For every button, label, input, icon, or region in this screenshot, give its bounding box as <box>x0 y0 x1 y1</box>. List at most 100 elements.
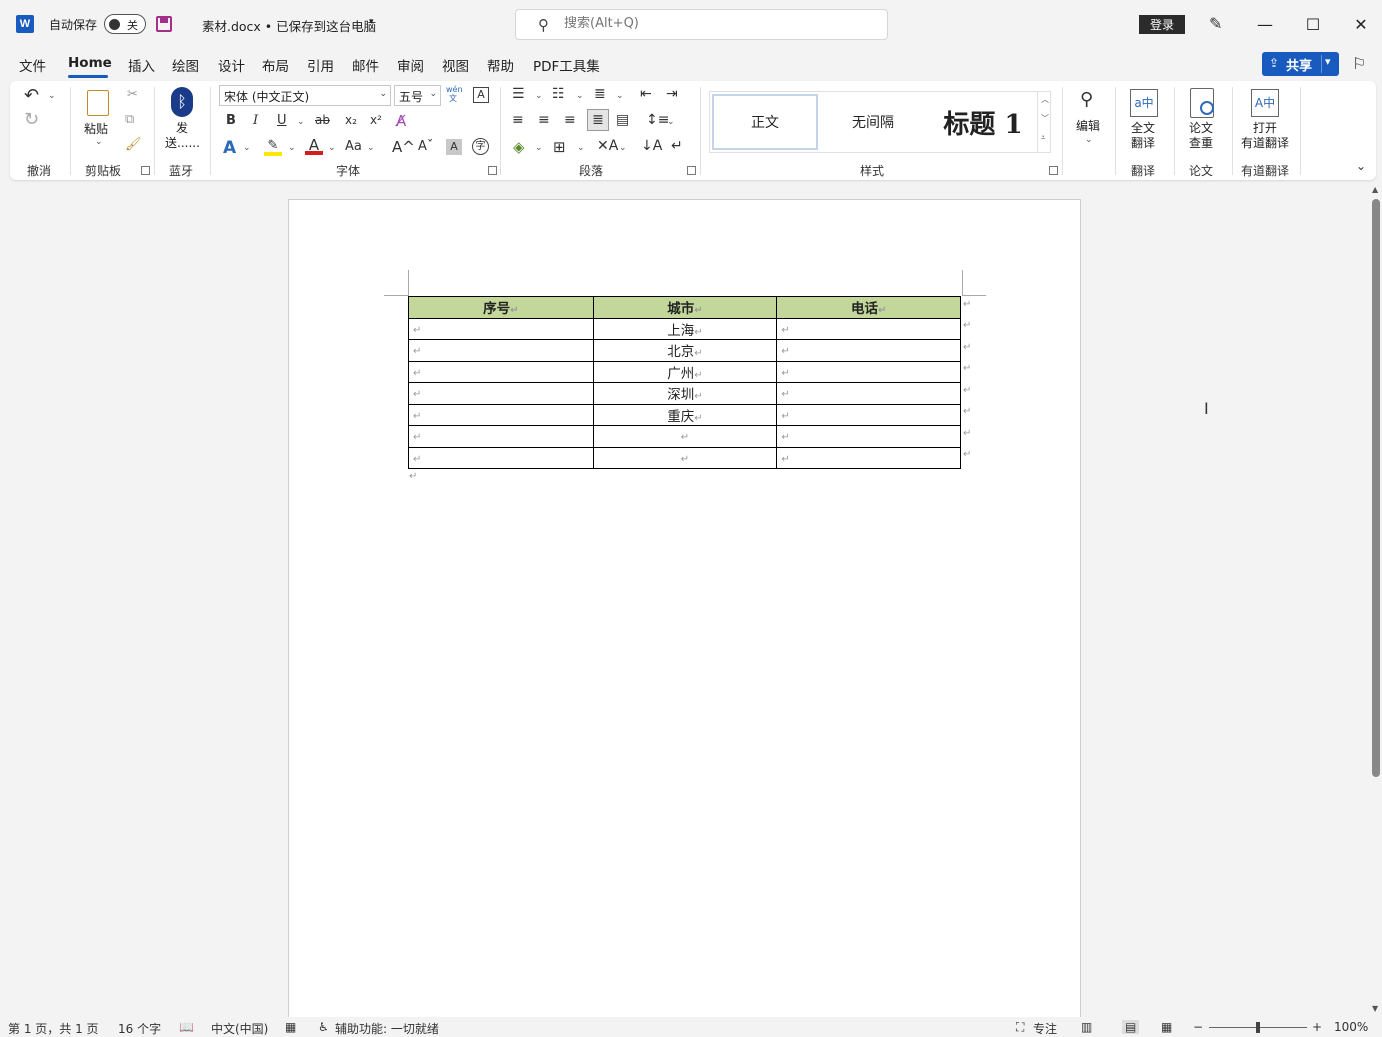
table-cell[interactable]: ↵ <box>776 360 961 383</box>
clipboard-launcher-icon[interactable] <box>141 166 150 175</box>
decrease-indent-icon[interactable]: ⇤ <box>640 86 652 102</box>
italic-button[interactable]: I <box>253 113 258 128</box>
data-table[interactable]: 序号↵ 城市↵ 电话↵ ↵ 上海↵ ↵ ↵ 北京↵ ↵ ↵ 广州↵ ↵ ↵ 深圳… <box>408 296 961 469</box>
table-header-cell[interactable]: 序号↵ <box>408 296 594 319</box>
accessibility-icon[interactable]: ♿ <box>318 1020 329 1034</box>
find-icon[interactable]: ⚲ <box>1080 89 1093 110</box>
highlight-icon[interactable]: ✎ <box>264 138 282 156</box>
close-button[interactable]: ✕ <box>1349 12 1373 36</box>
page-count[interactable]: 第 1 页，共 1 页 <box>8 1020 99 1037</box>
chevron-down-icon[interactable]: ⌄ <box>535 91 543 101</box>
table-cell[interactable]: ↵ <box>408 382 594 405</box>
chevron-down-icon[interactable]: ⌄ <box>243 143 251 153</box>
paste-label[interactable]: 粘贴 <box>84 122 108 137</box>
distributed-icon[interactable]: ▤ <box>616 112 629 128</box>
table-cell[interactable]: 北京↵ <box>592 339 778 362</box>
tab-home[interactable]: Home <box>68 55 112 71</box>
send-label-2[interactable]: 送...... <box>165 136 200 151</box>
paper-check-label-2[interactable]: 查重 <box>1189 136 1213 151</box>
table-cell[interactable]: ↵ <box>408 446 594 469</box>
autosave-toggle[interactable]: 关 <box>104 14 146 34</box>
shading-icon[interactable]: ◈ <box>513 138 525 156</box>
zoom-slider-thumb[interactable] <box>1256 1022 1260 1033</box>
font-size-select[interactable]: 五号 ⌄ <box>394 85 441 106</box>
character-shading-icon[interactable]: A <box>446 139 462 155</box>
table-cell[interactable]: ↵ <box>592 446 778 469</box>
tab-view[interactable]: 视图 <box>442 55 469 75</box>
search-input[interactable] <box>564 16 864 31</box>
chevron-down-icon[interactable]: ⌄ <box>297 117 305 127</box>
zoom-in-icon[interactable]: + <box>1312 1020 1322 1034</box>
maximize-button[interactable]: ☐ <box>1301 12 1325 36</box>
print-layout-icon[interactable]: ▤ <box>1122 1020 1140 1034</box>
collapse-ribbon-icon[interactable]: ⌄ <box>1356 159 1366 173</box>
table-header-cell[interactable]: 电话↵ <box>776 296 961 319</box>
font-name-select[interactable]: 宋体 (中文正文) ⌄ <box>219 85 391 106</box>
superscript-button[interactable]: x² <box>370 113 382 127</box>
table-cell[interactable]: ↵ <box>776 317 961 340</box>
tab-design[interactable]: 设计 <box>218 55 245 75</box>
read-mode-icon[interactable]: ▥ <box>1081 1020 1092 1034</box>
scroll-down-icon[interactable]: ▼ <box>1372 1004 1378 1013</box>
open-youdao-label-2[interactable]: 有道翻译 <box>1241 136 1289 151</box>
zoom-level[interactable]: 100% <box>1334 1020 1368 1034</box>
chevron-down-icon[interactable]: ⌄ <box>576 91 584 101</box>
input-mode-icon[interactable]: ▦ <box>285 1020 296 1034</box>
search-box[interactable]: ⚲ <box>515 9 888 40</box>
login-button[interactable]: 登录 <box>1139 15 1185 34</box>
web-layout-icon[interactable]: ▦ <box>1161 1020 1172 1034</box>
tab-file[interactable]: 文件 <box>19 55 46 75</box>
tab-pdf-tools[interactable]: PDF工具集 <box>533 55 600 75</box>
multilevel-list-icon[interactable]: ≣ <box>594 86 606 102</box>
save-icon[interactable] <box>156 16 172 32</box>
pen-icon[interactable]: ✎ <box>1209 14 1222 33</box>
proofing-icon[interactable]: 📖 <box>179 1020 194 1034</box>
bullets-icon[interactable]: ☰ <box>512 86 525 102</box>
paste-icon[interactable] <box>87 90 109 116</box>
text-effects-icon[interactable]: A <box>223 138 236 158</box>
share-button[interactable]: ⇪ 共享 ▾ <box>1262 52 1339 76</box>
table-cell[interactable]: ↵ <box>776 403 961 426</box>
table-cell[interactable]: ↵ <box>408 317 594 340</box>
style-no-spacing[interactable]: 无间隔 <box>820 94 926 150</box>
undo-icon[interactable]: ↶ <box>24 85 39 106</box>
shrink-font-icon[interactable]: Aˇ <box>418 139 433 154</box>
table-cell[interactable]: ↵ <box>776 446 961 469</box>
styles-launcher-icon[interactable] <box>1049 166 1058 175</box>
youdao-translate-icon[interactable]: A中 <box>1251 89 1279 117</box>
focus-icon[interactable]: ⛶ <box>1016 1020 1024 1035</box>
clear-formatting-icon[interactable]: A̸ <box>396 112 406 130</box>
chevron-down-icon[interactable]: ﹀ <box>1041 113 1049 124</box>
table-cell[interactable]: ↵ <box>776 339 961 362</box>
chevron-down-icon[interactable]: ⌄ <box>619 143 627 153</box>
chevron-down-icon[interactable]: ⌄ <box>667 117 675 127</box>
redo-icon[interactable]: ↻ <box>24 109 39 130</box>
format-painter-icon[interactable]: 🖌 <box>125 137 142 152</box>
justify-icon[interactable]: ≣ <box>587 109 609 131</box>
change-case-button[interactable]: Aa <box>345 139 362 154</box>
font-color-icon[interactable]: A <box>305 136 323 155</box>
focus-label[interactable]: 专注 <box>1033 1020 1057 1037</box>
full-translate-label[interactable]: 全文 <box>1131 121 1155 136</box>
tab-help[interactable]: 帮助 <box>487 55 514 75</box>
full-translate-label-2[interactable]: 翻译 <box>1131 136 1155 151</box>
line-spacing-icon[interactable]: ↕≡ <box>646 112 669 128</box>
tab-review[interactable]: 审阅 <box>397 55 424 75</box>
table-cell[interactable]: ↵ <box>408 425 594 448</box>
tab-mailings[interactable]: 邮件 <box>352 55 379 75</box>
open-youdao-label[interactable]: 打开 <box>1253 121 1277 136</box>
table-cell[interactable]: 上海↵ <box>592 317 778 340</box>
table-cell[interactable]: ↵ <box>408 360 594 383</box>
bluetooth-icon[interactable]: ᛒ <box>171 87 193 117</box>
align-right-icon[interactable]: ≡ <box>564 112 576 128</box>
chevron-up-icon[interactable]: ︿ <box>1041 94 1049 105</box>
table-cell[interactable]: ↵ <box>776 382 961 405</box>
bold-button[interactable]: B <box>226 113 236 128</box>
document-page[interactable]: 序号↵ 城市↵ 电话↵ ↵ 上海↵ ↵ ↵ 北京↵ ↵ ↵ 广州↵ ↵ ↵ 深圳… <box>288 199 1081 1029</box>
chevron-down-icon[interactable]: ▾ <box>1325 55 1331 68</box>
chevron-down-icon[interactable]: ⌄ <box>367 143 375 153</box>
table-cell[interactable]: ↵ <box>408 339 594 362</box>
grow-font-icon[interactable]: A^ <box>392 138 415 156</box>
table-cell[interactable]: ↵ <box>408 403 594 426</box>
borders-icon[interactable]: ⊞ <box>553 138 566 156</box>
